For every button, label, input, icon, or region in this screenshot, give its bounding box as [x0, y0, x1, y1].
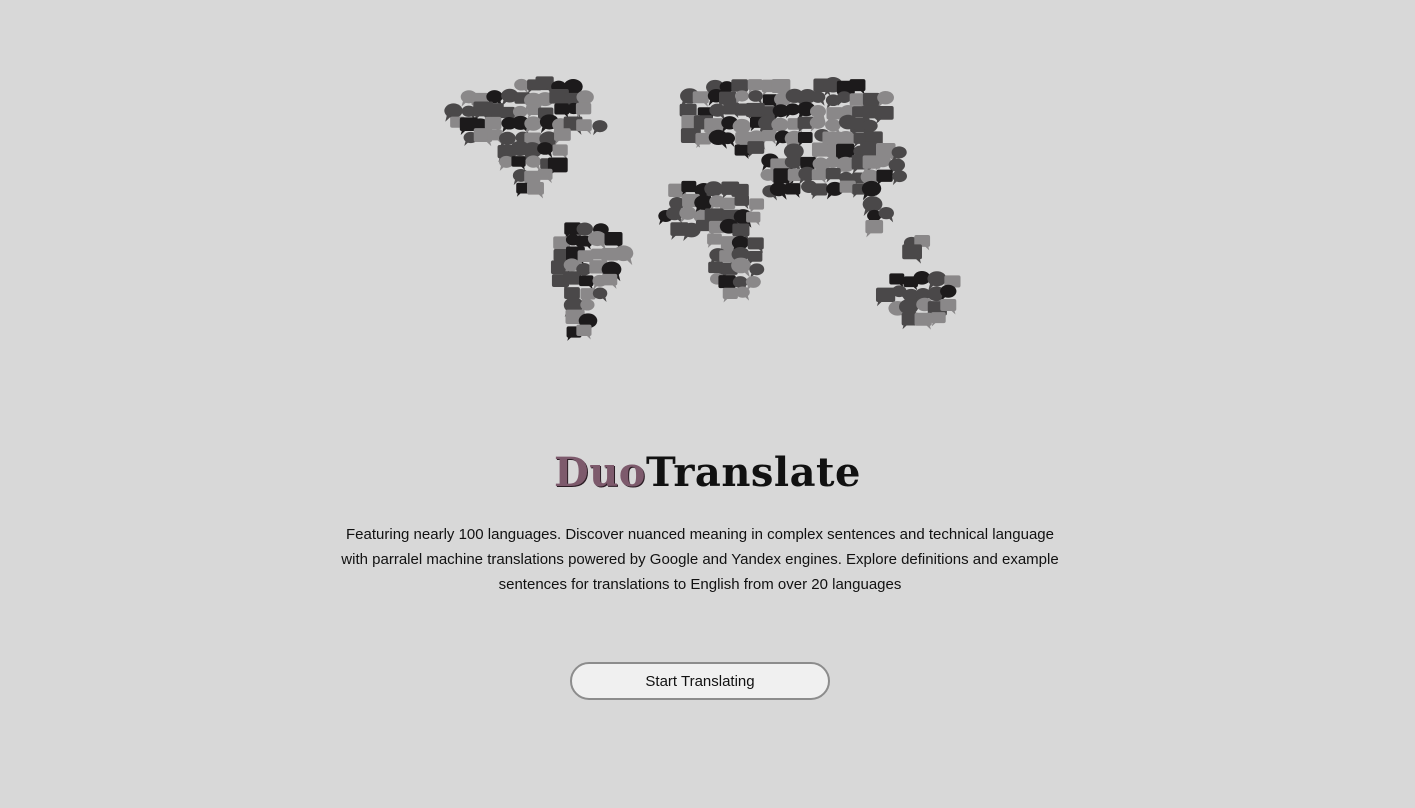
speech-bubble-icon — [681, 180, 697, 196]
speech-bubble-icon — [836, 91, 852, 106]
speech-bubble-icon — [825, 168, 841, 183]
speech-bubble-icon — [876, 169, 893, 186]
speech-bubble-icon — [735, 286, 750, 301]
speech-bubble-icon — [526, 181, 544, 199]
speech-bubble-icon — [902, 244, 922, 264]
speech-bubble-icon — [563, 271, 581, 289]
speech-bubble-icon — [592, 287, 608, 303]
speech-bubble-icon — [695, 132, 711, 149]
speech-bubble-icon — [592, 120, 608, 136]
speech-bubble-icon — [865, 220, 884, 238]
intro-description: Featuring nearly 100 languages. Discover… — [341, 526, 1059, 593]
speech-bubble-icon — [747, 237, 764, 253]
speech-bubble-icon — [914, 312, 932, 330]
speech-bubble-icon — [679, 206, 697, 224]
speech-bubble-icon — [525, 155, 542, 171]
speech-bubble-icon — [576, 119, 592, 135]
speech-bubble-icon — [874, 154, 891, 171]
speech-bubble-icon — [537, 142, 554, 158]
speech-bubble-icon — [554, 103, 570, 118]
speech-bubble-icon — [734, 194, 750, 210]
speech-bubble-icon — [940, 284, 957, 302]
speech-bubble-icon — [575, 102, 592, 118]
speech-bubble-icon — [695, 219, 712, 235]
speech-bubble-icon — [707, 233, 722, 248]
speech-bubble-icon — [749, 263, 765, 279]
speech-bubble-icon — [749, 198, 765, 213]
speech-bubble-icon — [810, 91, 826, 106]
landing-page: DuoTranslate Featuring nearly 100 langua… — [0, 0, 1415, 808]
brand-prefix: Duo — [554, 448, 646, 496]
speech-bubble-icon — [734, 144, 750, 159]
speech-bubble-icon — [722, 287, 738, 303]
speech-bubble-icon — [811, 169, 827, 184]
speech-bubble-icon — [552, 144, 568, 160]
speech-bubble-icon — [877, 90, 894, 108]
start-translating-button[interactable]: Start Translating — [570, 662, 830, 700]
speech-bubble-icon — [769, 182, 788, 200]
speech-bubble-icon — [524, 116, 543, 135]
speech-bubble-icon — [601, 273, 618, 289]
speech-bubble-icon — [892, 170, 907, 186]
speech-bubble-icon — [811, 183, 828, 200]
speech-bubble-icon — [875, 105, 894, 124]
speech-bubble-icon — [511, 156, 526, 171]
speech-bubble-icon — [734, 90, 749, 105]
speech-bubble-icon — [797, 132, 813, 147]
speech-bubble-icon — [579, 275, 594, 290]
brand-suffix: Translate — [645, 448, 861, 496]
app-title: DuoTranslate — [0, 445, 1415, 501]
speech-bubble-icon — [554, 128, 571, 145]
speech-bubble-icon — [747, 141, 765, 158]
speech-bubble-icon — [930, 312, 946, 327]
world-map-icon — [444, 76, 961, 341]
speech-bubble-icon — [748, 90, 763, 105]
speech-bubble-icon — [613, 245, 634, 266]
speech-bubble-icon — [587, 231, 607, 250]
speech-bubble-icon — [760, 168, 776, 184]
speech-bubble-icon — [889, 273, 905, 288]
speech-bubble-icon — [785, 183, 801, 198]
